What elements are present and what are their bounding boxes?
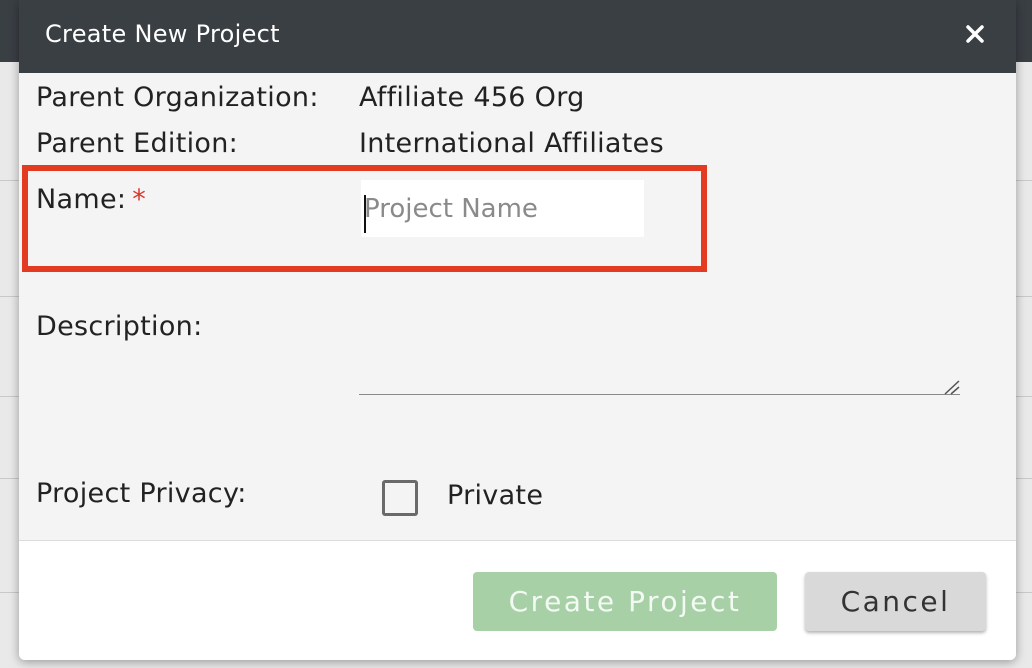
required-indicator: * xyxy=(132,184,147,215)
name-label: Name: * xyxy=(36,184,146,215)
dialog-footer: Create Project Cancel xyxy=(19,540,1016,660)
resize-handle-icon[interactable] xyxy=(941,378,961,396)
cancel-button[interactable]: Cancel xyxy=(805,572,986,631)
parent-edition-label: Parent Edition: xyxy=(36,128,239,159)
create-project-dialog: Create New Project Parent Organization: … xyxy=(19,0,1016,660)
parent-organization-label: Parent Organization: xyxy=(36,82,319,113)
private-checkbox[interactable] xyxy=(382,480,418,516)
name-label-text: Name: xyxy=(36,184,127,215)
text-cursor xyxy=(364,195,366,233)
parent-organization-value: Affiliate 456 Org xyxy=(359,82,585,113)
project-name-input[interactable] xyxy=(361,180,644,237)
description-textarea[interactable] xyxy=(359,300,960,395)
private-checkbox-label[interactable]: Private xyxy=(447,480,543,511)
project-privacy-label: Project Privacy: xyxy=(36,478,247,509)
parent-edition-value: International Affiliates xyxy=(359,128,664,159)
dialog-header: Create New Project xyxy=(19,0,1016,73)
description-label: Description: xyxy=(36,311,203,342)
close-button[interactable] xyxy=(957,16,993,52)
close-icon xyxy=(966,25,984,43)
create-project-button[interactable]: Create Project xyxy=(473,572,777,631)
dialog-title: Create New Project xyxy=(45,20,280,48)
